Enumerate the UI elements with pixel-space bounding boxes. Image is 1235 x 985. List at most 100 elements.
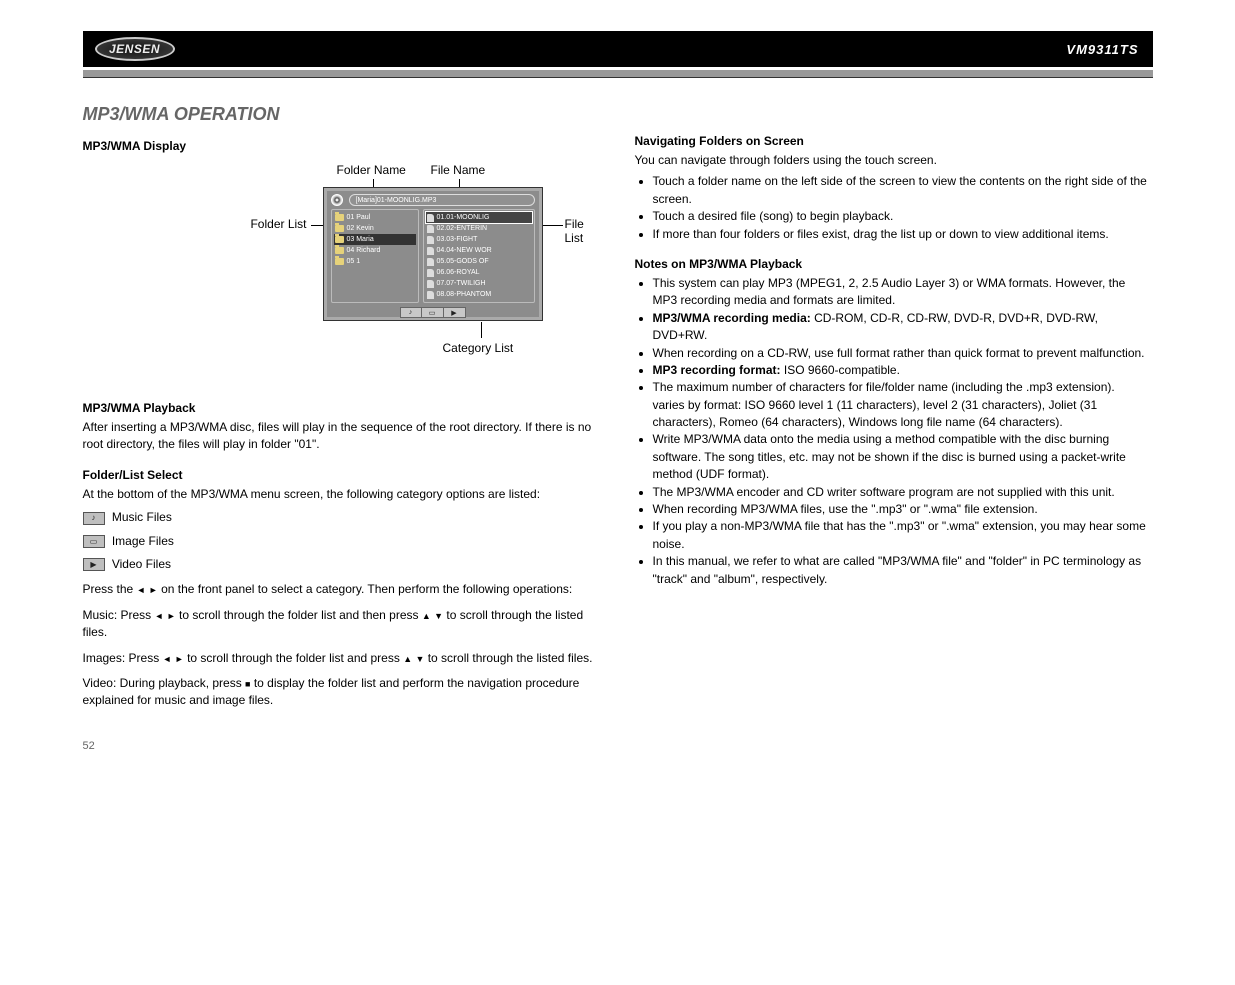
file-icon [427,214,434,222]
list-item-label: MP3/WMA recording media: [653,311,811,325]
list-item: Write MP3/WMA data onto the media using … [653,431,1149,483]
left-arrow-icon: ◄ [163,653,172,666]
subhead-playback: MP3/WMA Playback [83,401,595,415]
music-note-icon: ♪ [400,307,422,318]
text-fragment: to scroll through the folder list and th… [179,608,422,622]
folder-icon [335,225,344,232]
subhead-folder-select: Folder/List Select [83,468,595,482]
folder-icon [335,247,344,254]
list-item: In this manual, we refer to what are cal… [653,553,1149,588]
right-arrow-icon: ► [149,584,158,597]
subhead-nav-touch: Navigating Folders on Screen [635,134,1149,148]
folder-pane: 01 Paul 02 Kevin 03 Maria 04 Richard 05 … [331,209,419,303]
category-music-row: ♪ Music Files [83,509,595,526]
file-icon [427,225,434,233]
text-fragment: to scroll through the listed files. [428,651,593,665]
list-item: If more than four folders or files exist… [653,226,1149,243]
label-category-list: Category List [443,341,514,355]
list-item: When recording MP3/WMA files, use the ".… [653,501,1149,518]
paragraph-touch: You can navigate through folders using t… [635,152,1149,169]
file-row: 02.02-ENTERIN [426,223,532,234]
model-number: VM9311TS [1066,42,1138,57]
screen-path: [Maria]01-MOONLIG.MP3 [349,194,535,206]
file-label: 05.05-GODS OF [437,258,489,265]
folder-row-selected: 03 Maria [334,234,416,245]
category-images-label: Image Files [112,534,174,548]
category-video-label: Video Files [112,557,171,571]
text-fragment: Video: During playback, press [83,676,246,690]
left-arrow-icon: ◄ [137,584,146,597]
category-buttons: ♪ ▭ ▶ [323,307,543,318]
file-icon [427,280,434,288]
file-pane: 01.01-MOONLIG 02.02-ENTERIN 03.03-FIGHT … [423,209,535,303]
folder-label: 05 1 [347,258,361,265]
file-label: 04.04-NEW WOR [437,247,492,254]
text-fragment: Press the [83,582,137,596]
file-label: 06.06-ROYAL [437,269,480,276]
list-item: The maximum number of characters for fil… [653,379,1149,431]
disc-icon [331,194,343,206]
device-screen: [Maria]01-MOONLIG.MP3 01 Paul 02 Kevin 0… [323,187,543,321]
list-item: Touch a desired file (song) to begin pla… [653,208,1149,225]
up-arrow-icon: ▲ [422,610,431,623]
file-row: 03.03-FIGHT [426,234,532,245]
text-fragment: Music: Press [83,608,155,622]
folder-icon [335,258,344,265]
subhead-notes: Notes on MP3/WMA Playback [635,257,1149,271]
screen-diagram: Folder Name File Name Folder List File L… [83,157,603,387]
category-music-label: Music Files [112,510,172,524]
paragraph-list-intro: At the bottom of the MP3/WMA menu screen… [83,486,595,503]
list-item: When recording on a CD-RW, use full form… [653,345,1149,362]
file-label: 07.07-TWILIGH [437,280,486,287]
category-images-row: ▭ Image Files [83,533,595,550]
list-item: MP3 recording format: ISO 9660-compatibl… [653,362,1149,379]
label-folder-list: Folder List [241,217,307,231]
left-arrow-icon: ◄ [155,610,164,623]
right-arrow-icon: ► [167,610,176,623]
file-icon [427,269,434,277]
folder-icon [335,214,344,221]
folder-row: 02 Kevin [334,223,416,234]
text-fragment: Images: Press [83,651,163,665]
folder-row: 05 1 [334,256,416,267]
list-item: This system can play MP3 (MPEG1, 2, 2.5 … [653,275,1149,310]
text-fragment: on the front panel to select a category.… [161,582,572,596]
file-label: 03.03-FIGHT [437,236,478,243]
label-file-list: File List [565,217,603,245]
paragraph-images-nav: Images: Press ◄ ► to scroll through the … [83,650,595,667]
leader-line [481,322,482,338]
paragraph-lr: Press the ◄ ► on the front panel to sele… [83,581,595,598]
paragraph-playback: After inserting a MP3/WMA disc, files wi… [83,419,595,454]
file-icon [427,247,434,255]
file-row: 05.05-GODS OF [426,256,532,267]
image-icon: ▭ [83,535,105,548]
file-icon [427,291,434,299]
subhead-display: MP3/WMA Display [83,139,595,153]
file-label: 08.08-PHANTOM [437,291,492,298]
list-item: Touch a folder name on the left side of … [653,173,1149,208]
category-video-row: ▶ Video Files [83,556,595,573]
brand-logo: JENSEN [95,37,175,61]
header-rule [83,70,1153,78]
file-row: 06.06-ROYAL [426,267,532,278]
list-item: If you play a non-MP3/WMA file that has … [653,518,1149,553]
file-row: 04.04-NEW WOR [426,245,532,256]
file-icon [427,236,434,244]
text-fragment: to scroll through the folder list and pr… [187,651,403,665]
play-icon: ▶ [83,558,105,571]
file-row-selected: 01.01-MOONLIG [426,212,532,223]
file-label: 01.01-MOONLIG [437,214,490,221]
folder-label: 04 Richard [347,247,381,254]
down-arrow-icon: ▼ [434,610,443,623]
stop-icon: ■ [245,678,250,691]
folder-icon [335,236,344,243]
file-label: 02.02-ENTERIN [437,225,488,232]
down-arrow-icon: ▼ [415,653,424,666]
label-file-name: File Name [431,163,486,177]
file-row: 07.07-TWILIGH [426,278,532,289]
leader-line [543,225,563,226]
file-row: 08.08-PHANTOM [426,289,532,300]
page-title: MP3/WMA OPERATION [83,104,595,125]
list-item: MP3/WMA recording media: CD-ROM, CD-R, C… [653,310,1149,345]
file-icon [427,258,434,266]
